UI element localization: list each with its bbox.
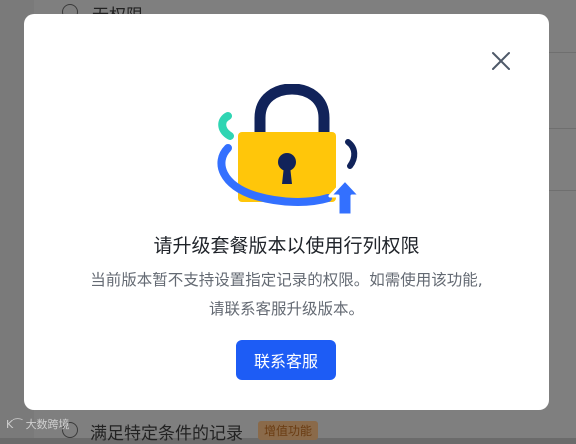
modal-description-line: 当前版本暂不支持设置指定记录的权限。如需使用该功能, (90, 271, 483, 289)
upgrade-modal: 请升级套餐版本以使用行列权限 当前版本暂不支持设置指定记录的权限。如需使用该功能… (24, 14, 549, 410)
close-button[interactable] (488, 48, 514, 74)
watermark-text: 大数跨境 (25, 418, 70, 431)
contact-support-button[interactable]: 联系客服 (236, 340, 336, 380)
padlock-upgrade-icon (216, 83, 366, 224)
value-added-badge: 增值功能 (258, 421, 319, 440)
modal-title: 请升级套餐版本以使用行列权限 (153, 235, 420, 257)
close-icon (492, 52, 510, 70)
modal-description-line: 请联系客服升级版本。 (208, 300, 364, 318)
modal-description: 当前版本暂不支持设置指定记录的权限。如需使用该功能, 请联系客服升级版本。 (24, 266, 549, 324)
watermark-logo: K⁀ (6, 418, 23, 431)
watermark: K⁀ 大数跨境 (6, 416, 70, 432)
background-option-conditional-records: 满足特定条件的记录 (90, 424, 243, 444)
